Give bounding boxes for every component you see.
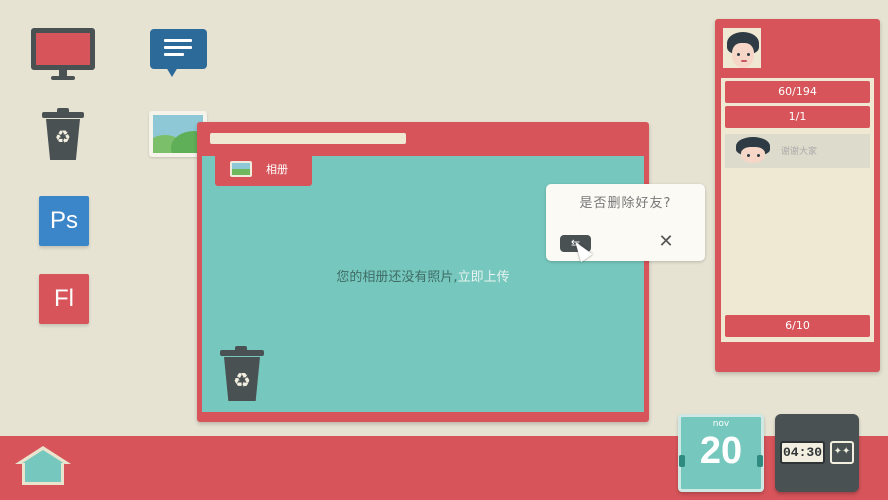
friends-list: 60/194 1/1 谢谢大家 6/10 (721, 78, 874, 342)
monitor-icon[interactable] (31, 28, 95, 82)
flash-icon[interactable]: Fl (39, 274, 89, 324)
clock-time: 04:30 (780, 441, 825, 464)
album-empty-text: 您的相册还没有照片, (336, 270, 458, 285)
trash-lid (220, 346, 264, 356)
trash-icon[interactable]: ♻ (42, 108, 84, 160)
chat-line (164, 46, 192, 49)
chat-tail (166, 67, 178, 77)
close-icon[interactable]: ✕ (655, 232, 677, 252)
monitor-screen (31, 28, 95, 70)
sparkle-icon: ✦✦ (830, 441, 854, 464)
friend-limit: 6/10 (725, 315, 870, 337)
avatar-mouth (741, 60, 748, 63)
home-body (22, 463, 64, 485)
trash-body: ♻ (224, 357, 260, 401)
list-item[interactable]: 谢谢大家 (725, 134, 870, 168)
tab-album[interactable]: 相册 (215, 152, 312, 186)
recycle-icon: ♻ (233, 368, 251, 392)
album-titlebar[interactable] (210, 133, 406, 144)
calendar-ring (757, 455, 763, 467)
album-trash-icon[interactable]: ♻ (220, 346, 264, 401)
photo-sky (153, 115, 203, 153)
trash-lid (42, 108, 84, 118)
album-tab-icon (230, 161, 252, 177)
chat-bubble (150, 29, 207, 69)
clock-widget[interactable]: 04:30 ✦✦ (775, 414, 859, 492)
calendar-ring (679, 455, 685, 467)
friend-count: 60/194 (725, 81, 870, 103)
chat-icon[interactable] (150, 29, 207, 77)
recycle-icon: ♻ (54, 127, 72, 148)
friends-panel: 60/194 1/1 谢谢大家 6/10 (715, 19, 880, 372)
album-empty-message: 您的相册还没有照片,立即上传 (197, 266, 649, 285)
avatar-face (727, 32, 759, 68)
delete-friend-dialog: 是否删除好友? ⇆ ✕ (546, 184, 705, 263)
page-indicator[interactable]: 1/1 (725, 106, 870, 128)
upload-link[interactable]: 立即上传 (458, 270, 510, 285)
avatar[interactable] (721, 26, 763, 70)
calendar-month: nov (712, 419, 730, 429)
avatar-skin (741, 147, 765, 163)
home-icon[interactable] (15, 446, 71, 488)
calendar-widget[interactable]: nov 20 (678, 414, 764, 492)
avatar-skin (731, 42, 755, 68)
dialog-question: 是否删除好友? (579, 196, 672, 211)
friend-name: 谢谢大家 (781, 147, 818, 157)
friend-avatar (736, 137, 770, 163)
home-roof (15, 446, 71, 464)
album-window: 相册 您的相册还没有照片,立即上传 ♻ (197, 122, 649, 422)
chat-line (164, 53, 184, 56)
album-tab-label: 相册 (266, 163, 288, 176)
calendar-day: 20 (699, 430, 743, 472)
chat-line (164, 39, 192, 42)
photoshop-icon[interactable]: Ps (39, 196, 89, 246)
trash-body: ♻ (46, 119, 80, 160)
monitor-foot (51, 76, 75, 80)
avatar-eye (746, 52, 750, 56)
